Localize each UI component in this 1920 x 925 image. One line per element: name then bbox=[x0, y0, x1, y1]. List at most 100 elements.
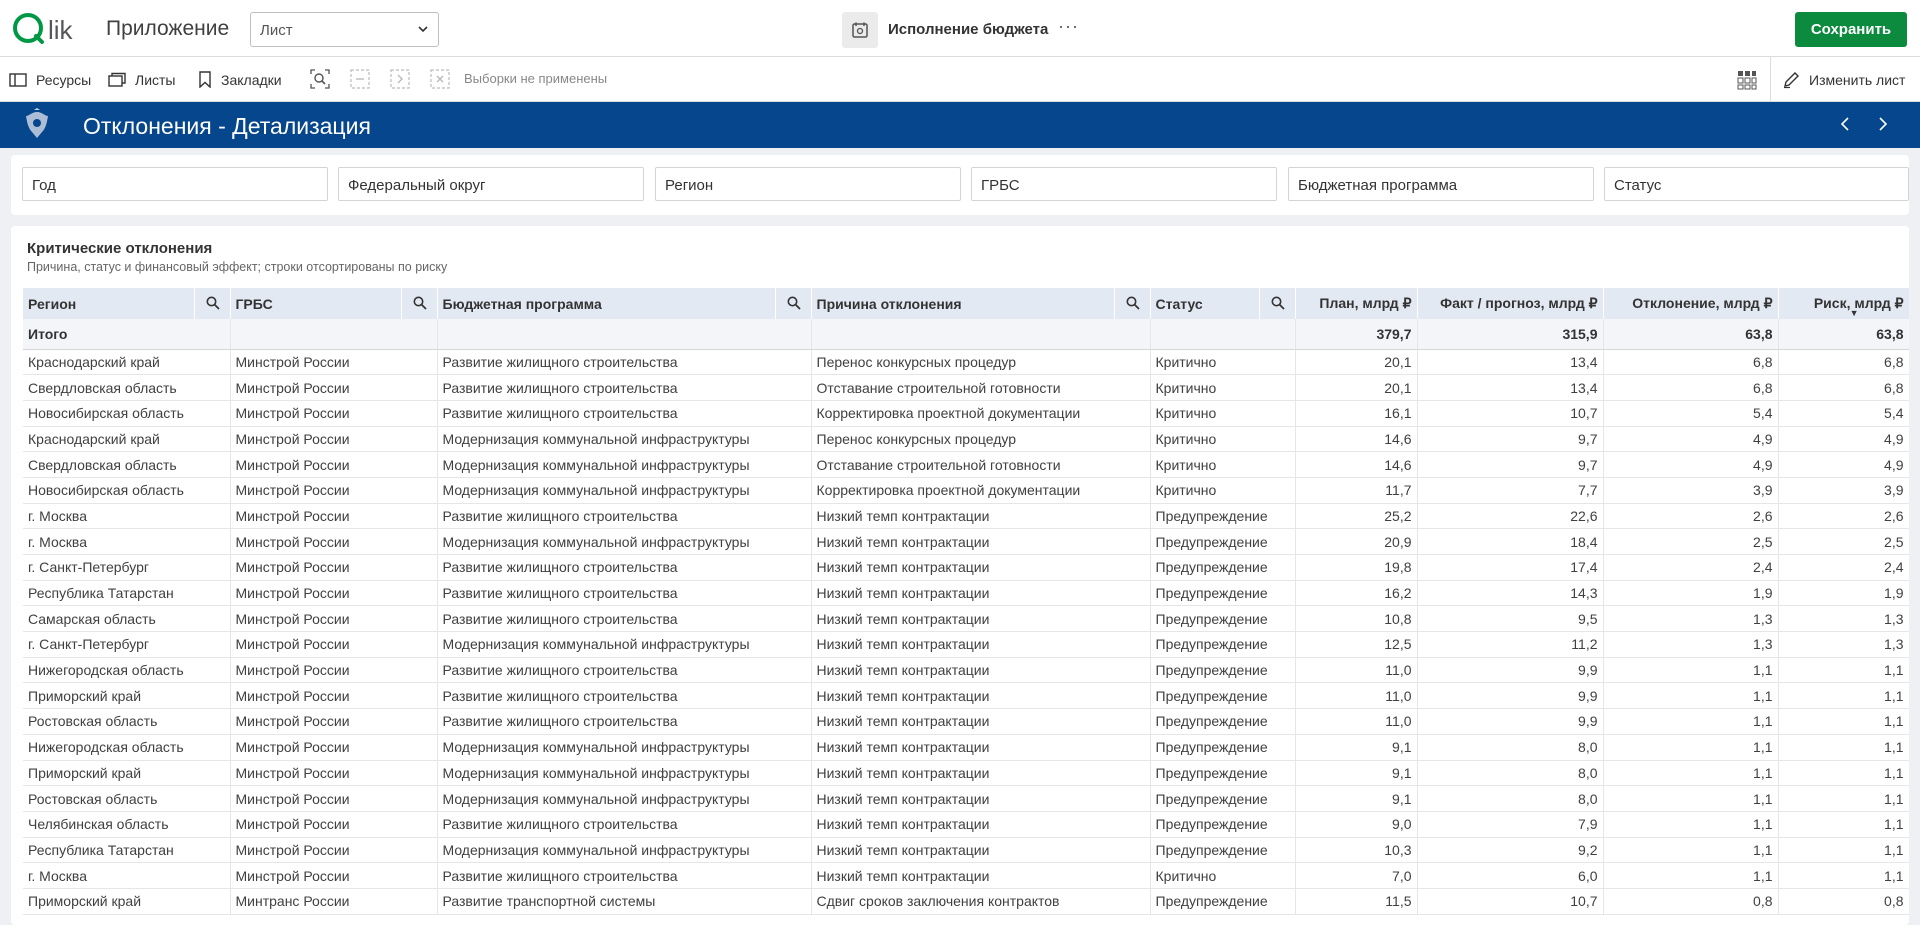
table-cell[interactable]: Развитие жилищного строительства bbox=[437, 682, 812, 710]
table-cell[interactable]: Минстрой России bbox=[230, 554, 438, 581]
column-header-status[interactable]: Статус bbox=[1150, 288, 1296, 319]
column-header-grbs[interactable]: ГРБС bbox=[230, 288, 438, 319]
filter-grbs[interactable]: ГРБС bbox=[971, 167, 1277, 201]
table-cell[interactable]: Предупреждение bbox=[1150, 760, 1296, 787]
table-cell[interactable]: Минстрой России bbox=[230, 451, 438, 478]
table-cell[interactable]: Модернизация коммунальной инфраструктуры bbox=[437, 837, 812, 864]
table-cell[interactable]: Развитие жилищного строительства bbox=[437, 554, 812, 581]
table-cell[interactable]: Низкий темп контрактации bbox=[811, 682, 1151, 710]
table-cell[interactable]: Минстрой России bbox=[230, 349, 438, 376]
table-cell[interactable]: Развитие жилищного строительства bbox=[437, 708, 812, 735]
column-header-program[interactable]: Бюджетная программа bbox=[437, 288, 812, 319]
search-icon[interactable] bbox=[193, 288, 230, 319]
table-row[interactable]: Самарская область Минстрой России Развитие… bbox=[23, 605, 1909, 633]
table-row[interactable]: Челябинская область Минстрой России Развит… bbox=[23, 811, 1909, 838]
table-cell[interactable]: Предупреждение bbox=[1150, 554, 1296, 581]
table-cell[interactable]: Республика Татарстан bbox=[23, 580, 231, 607]
table-cell[interactable]: Развитие жилищного строительства bbox=[437, 862, 812, 889]
table-cell[interactable]: Минстрой России bbox=[230, 708, 438, 735]
bookmarks-button[interactable]: Закладки bbox=[198, 57, 282, 102]
table-cell[interactable]: Критично bbox=[1150, 862, 1296, 889]
table-cell[interactable]: Перенос конкурсных процедур bbox=[811, 426, 1151, 453]
table-cell[interactable]: Предупреждение bbox=[1150, 785, 1296, 812]
table-cell[interactable]: Корректировка проектной документации bbox=[811, 477, 1151, 504]
table-cell[interactable]: Минстрой России bbox=[230, 631, 438, 658]
table-cell[interactable]: Минстрой России bbox=[230, 862, 438, 889]
table-cell[interactable]: Минстрой России bbox=[230, 837, 438, 864]
table-cell[interactable]: Развитие транспортной системы bbox=[437, 888, 812, 915]
table-cell[interactable]: Минстрой России bbox=[230, 374, 438, 401]
search-icon[interactable] bbox=[1113, 288, 1150, 319]
column-header-risk[interactable]: Риск, млрд ₽ ▼ bbox=[1778, 288, 1909, 319]
table-cell[interactable]: Низкий темп контрактации bbox=[811, 631, 1151, 658]
table-cell[interactable]: Низкий темп контрактации bbox=[811, 657, 1151, 684]
qlik-logo[interactable]: lik bbox=[10, 8, 86, 48]
table-row[interactable]: Краснодарский край Минстрой России Модерни… bbox=[23, 426, 1909, 453]
table-row[interactable]: Приморский край Минстрой России Развитие ж… bbox=[23, 682, 1909, 710]
table-cell[interactable]: Критично bbox=[1150, 374, 1296, 401]
table-cell[interactable]: Самарская область bbox=[23, 605, 231, 633]
table-cell[interactable]: г. Москва bbox=[23, 862, 231, 889]
table-cell[interactable]: Низкий темп контрактации bbox=[811, 605, 1151, 633]
next-sheet-icon[interactable] bbox=[1874, 116, 1890, 132]
table-cell[interactable]: Минстрой России bbox=[230, 580, 438, 607]
table-cell[interactable]: Модернизация коммунальной инфраструктуры bbox=[437, 477, 812, 504]
smart-search-icon[interactable] bbox=[310, 69, 330, 89]
table-cell[interactable] bbox=[1150, 319, 1296, 350]
save-button[interactable]: Сохранить bbox=[1795, 12, 1907, 47]
table-cell[interactable]: Развитие жилищного строительства bbox=[437, 374, 812, 401]
table-row[interactable]: г. Москва Минстрой России Модернизация ком… bbox=[23, 528, 1909, 555]
table-cell[interactable]: Предупреждение bbox=[1150, 811, 1296, 838]
table-cell[interactable]: Минстрой России bbox=[230, 657, 438, 684]
grid-icon[interactable] bbox=[1736, 69, 1758, 91]
table-cell[interactable]: Низкий темп контрактации bbox=[811, 708, 1151, 735]
table-cell[interactable]: Минстрой России bbox=[230, 426, 438, 453]
table-cell[interactable]: Свердловская область bbox=[23, 451, 231, 478]
table-cell[interactable]: Модернизация коммунальной инфраструктуры bbox=[437, 785, 812, 812]
clear-selections-icon[interactable] bbox=[430, 69, 450, 89]
table-cell[interactable]: Низкий темп контрактации bbox=[811, 554, 1151, 581]
table-row[interactable]: г. Москва Минстрой России Развитие жилищно… bbox=[23, 503, 1909, 530]
table-cell[interactable]: Предупреждение bbox=[1150, 657, 1296, 684]
table-cell[interactable]: г. Москва bbox=[23, 503, 231, 530]
table-cell[interactable]: Предупреждение bbox=[1150, 580, 1296, 607]
table-cell[interactable]: Ростовская область bbox=[23, 708, 231, 735]
column-header-plan[interactable]: План, млрд ₽ bbox=[1295, 288, 1418, 319]
table-cell[interactable]: Развитие жилищного строительства bbox=[437, 400, 812, 427]
table-cell[interactable]: Минстрой России bbox=[230, 400, 438, 427]
more-options-icon[interactable]: ··· bbox=[1058, 16, 1079, 37]
table-row[interactable]: г. Москва Минстрой России Развитие жилищно… bbox=[23, 862, 1909, 889]
table-cell[interactable]: Критично bbox=[1150, 400, 1296, 427]
table-cell[interactable]: Модернизация коммунальной инфраструктуры bbox=[437, 631, 812, 658]
table-cell[interactable]: г. Москва bbox=[23, 528, 231, 555]
table-cell[interactable] bbox=[437, 319, 812, 350]
table-cell[interactable] bbox=[811, 319, 1151, 350]
table-cell[interactable]: Приморский край bbox=[23, 760, 231, 787]
table-cell[interactable]: г. Санкт-Петербург bbox=[23, 554, 231, 581]
table-cell[interactable]: Итого bbox=[23, 319, 231, 350]
table-cell[interactable]: Предупреждение bbox=[1150, 631, 1296, 658]
table-cell[interactable]: Нижегородская область bbox=[23, 734, 231, 761]
table-cell[interactable]: Низкий темп контрактации bbox=[811, 503, 1151, 530]
table-cell[interactable]: Развитие жилищного строительства bbox=[437, 580, 812, 607]
table-cell[interactable]: Отставание строительной готовности bbox=[811, 451, 1151, 478]
table-cell[interactable]: Минстрой России bbox=[230, 811, 438, 838]
table-cell[interactable]: Модернизация коммунальной инфраструктуры bbox=[437, 734, 812, 761]
table-row[interactable]: Краснодарский край Минстрой России Развити… bbox=[23, 349, 1909, 376]
table-cell[interactable]: Свердловская область bbox=[23, 374, 231, 401]
filter-year[interactable]: Год bbox=[22, 167, 328, 201]
table-cell[interactable]: Минстрой России bbox=[230, 503, 438, 530]
step-forward-icon[interactable] bbox=[390, 69, 410, 89]
table-cell[interactable]: Низкий темп контрактации bbox=[811, 760, 1151, 787]
table-row[interactable]: Приморский край Минтранс России Развитие т… bbox=[23, 888, 1909, 915]
table-row[interactable]: Свердловская область Минстрой России Разви… bbox=[23, 374, 1909, 401]
table-cell[interactable]: Низкий темп контрактации bbox=[811, 862, 1151, 889]
totals-row[interactable]: Итого 379,7 315,9 63,8 63,8 bbox=[23, 319, 1909, 350]
table-cell[interactable]: Развитие жилищного строительства bbox=[437, 349, 812, 376]
table-cell[interactable]: Предупреждение bbox=[1150, 734, 1296, 761]
filter-budget-program[interactable]: Бюджетная программа bbox=[1288, 167, 1594, 201]
table-cell[interactable]: Минстрой России bbox=[230, 785, 438, 812]
table-row[interactable]: Ростовская область Минстрой России Модерни… bbox=[23, 785, 1909, 812]
table-cell[interactable]: Приморский край bbox=[23, 682, 231, 710]
table-cell[interactable]: Критично bbox=[1150, 477, 1296, 504]
